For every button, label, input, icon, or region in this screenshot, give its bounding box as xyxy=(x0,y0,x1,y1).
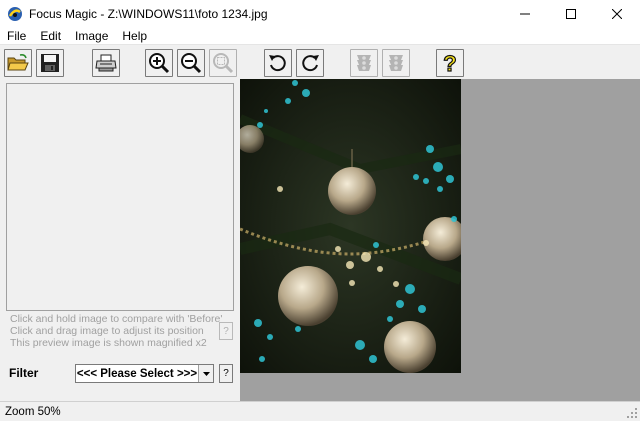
print-button[interactable] xyxy=(92,49,120,77)
minimize-icon xyxy=(520,13,530,15)
filter-label: Filter xyxy=(9,366,39,380)
minimize-button[interactable] xyxy=(502,0,548,28)
window-title: Focus Magic - Z:\WINDOWS11\foto 1234.jpg xyxy=(29,7,268,21)
menu-edit[interactable]: Edit xyxy=(33,28,68,45)
title-bar: Focus Magic - Z:\WINDOWS11\foto 1234.jpg xyxy=(0,0,640,28)
zoom-fit-button[interactable] xyxy=(209,49,237,77)
open-folder-icon xyxy=(7,54,29,71)
close-button[interactable] xyxy=(594,0,640,28)
filter-selected-value: <<< Please Select >>> xyxy=(76,367,198,380)
undo-button[interactable] xyxy=(264,49,292,77)
zoom-out-icon xyxy=(181,53,202,74)
zoom-status: Zoom 50% xyxy=(5,405,61,418)
menu-file[interactable]: File xyxy=(0,28,33,45)
traffic-light-icon xyxy=(389,55,403,71)
photo-image[interactable] xyxy=(240,79,461,373)
menu-image[interactable]: Image xyxy=(68,28,115,45)
focus-magic-app-icon xyxy=(8,7,22,21)
save-disk-icon xyxy=(41,54,59,72)
menu-bar: File Edit Image Help xyxy=(0,28,640,45)
close-icon xyxy=(612,9,622,19)
zoom-out-button[interactable] xyxy=(177,49,205,77)
left-panel: Click and hold image to compare with 'Be… xyxy=(0,79,240,401)
open-button[interactable] xyxy=(4,49,32,77)
window-controls xyxy=(502,0,640,28)
image-canvas[interactable] xyxy=(240,79,640,401)
resize-grip-icon[interactable] xyxy=(626,407,638,419)
undo-icon xyxy=(269,55,286,72)
print-icon xyxy=(95,54,117,72)
zoom-fit-icon xyxy=(213,53,234,74)
maximize-button[interactable] xyxy=(548,0,594,28)
zoom-in-icon xyxy=(149,53,170,74)
redo-icon xyxy=(302,55,319,72)
redo-button[interactable] xyxy=(296,49,324,77)
preview-hint-drag: Click and drag image to adjust its posit… xyxy=(10,325,204,337)
traffic-light-icon xyxy=(357,55,371,71)
filter-select[interactable]: <<< Please Select >>> xyxy=(75,364,214,383)
help-question-icon: ? xyxy=(443,51,458,75)
help-button[interactable]: ? xyxy=(436,49,464,77)
toolbar: ? xyxy=(0,45,640,79)
traffic-light-button-2[interactable] xyxy=(382,49,410,77)
preview-hint-compare: Click and hold image to compare with 'Be… xyxy=(10,313,223,325)
svg-text:?: ? xyxy=(443,51,456,75)
save-button[interactable] xyxy=(36,49,64,77)
filter-dropdown-arrow[interactable] xyxy=(198,365,213,382)
menu-help[interactable]: Help xyxy=(115,28,154,45)
chevron-down-icon xyxy=(202,371,210,376)
maximize-icon xyxy=(566,9,576,19)
zoom-in-button[interactable] xyxy=(145,49,173,77)
filter-help-button[interactable]: ? xyxy=(219,364,233,383)
preview-hint-magnified: This preview image is shown magnified x2 xyxy=(10,337,207,349)
preview-area[interactable] xyxy=(6,83,234,311)
status-bar: Zoom 50% xyxy=(0,401,640,421)
preview-help-button[interactable]: ? xyxy=(219,322,233,340)
traffic-light-button-1[interactable] xyxy=(350,49,378,77)
